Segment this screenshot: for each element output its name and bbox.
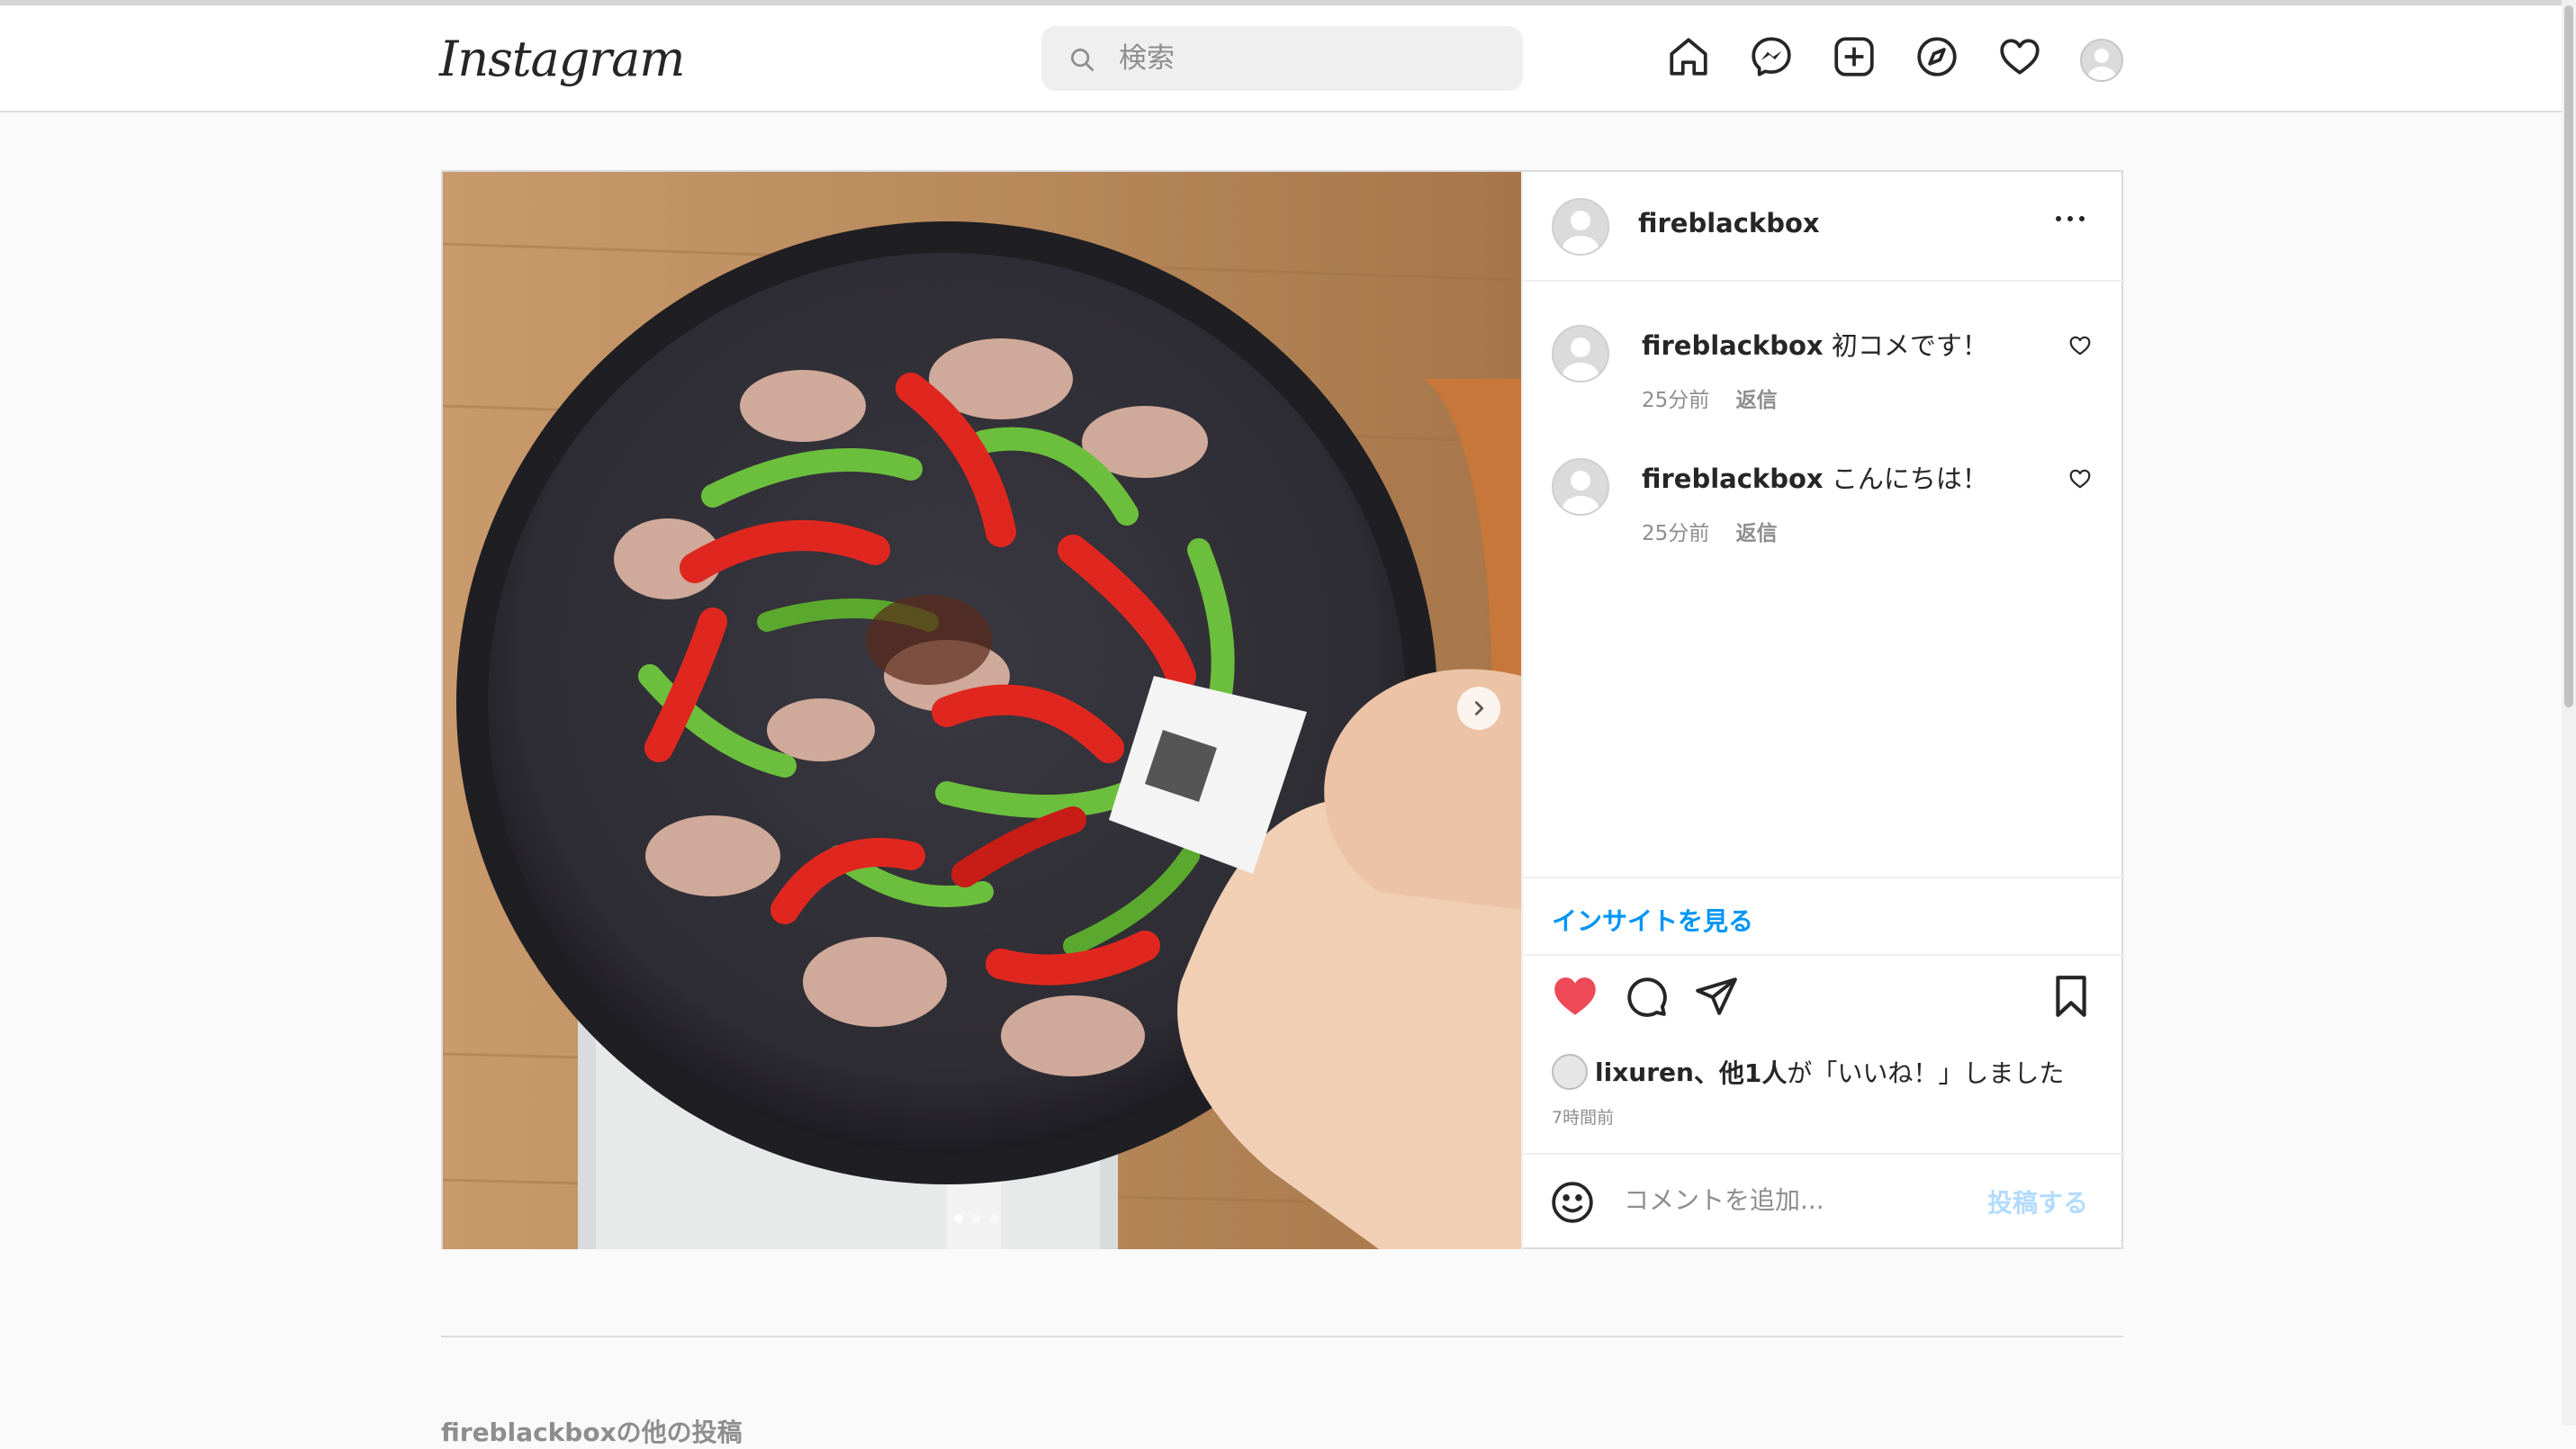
instagram-logo[interactable]: Instagram xyxy=(439,31,685,87)
bookmark-icon[interactable] xyxy=(2050,974,2092,1019)
post-actions xyxy=(1523,956,2125,1019)
messenger-icon[interactable] xyxy=(1749,34,1794,79)
home-icon[interactable] xyxy=(1666,34,1711,79)
reply-button[interactable]: 返信 xyxy=(1736,522,1778,545)
more-options-button[interactable] xyxy=(2056,208,2095,230)
more-dot xyxy=(2056,216,2061,221)
comment-input[interactable] xyxy=(1624,1176,1984,1223)
top-navbar: Instagram xyxy=(0,5,2576,112)
default-avatar-icon xyxy=(1563,338,1599,381)
chevron-right-icon xyxy=(1474,701,1484,716)
more-dot xyxy=(2067,216,2073,221)
post-timestamp[interactable]: 7時間前 xyxy=(1552,1104,1614,1129)
post-card: fireblackbox fireblackbox 初コメです！ 25分前 返信 xyxy=(441,170,2125,1249)
insights-bar: インサイトを見る xyxy=(1523,877,2125,956)
more-dot xyxy=(2079,216,2085,221)
post-image[interactable] xyxy=(443,172,1521,1249)
comment-icon[interactable] xyxy=(1624,974,1669,1019)
new-post-icon[interactable] xyxy=(1832,34,1877,79)
comment-body: こんにちは！ xyxy=(1831,464,1988,494)
post-author-username[interactable]: fireblackbox xyxy=(1638,208,1820,238)
liker-avatar[interactable] xyxy=(1552,1054,1588,1090)
carousel-next-button[interactable] xyxy=(1457,687,1500,730)
likes-others-link[interactable]: 、他1人 xyxy=(1694,1054,1787,1090)
more-posts-heading: fireblackboxの他の投稿 xyxy=(441,1418,743,1447)
section-divider xyxy=(441,1336,2123,1337)
carousel-dot-3 xyxy=(990,1214,999,1223)
view-insights-link[interactable]: インサイトを見る xyxy=(1552,902,1753,938)
comment-item: fireblackbox 初コメです！ 25分前 返信 xyxy=(1523,325,2125,451)
emoji-icon[interactable] xyxy=(1550,1180,1595,1225)
share-send-icon[interactable] xyxy=(1694,974,1739,1019)
comment-meta: 25分前 返信 xyxy=(1642,516,1778,546)
comment-username[interactable]: fireblackbox xyxy=(1642,330,1824,361)
post-sidebar: fireblackbox fireblackbox 初コメです！ 25分前 返信 xyxy=(1521,172,2125,1249)
comment-body: 初コメです！ xyxy=(1831,330,1988,361)
comment-text: fireblackbox 初コメです！ xyxy=(1642,325,1988,363)
post-comment-button[interactable]: 投稿する xyxy=(1987,1184,2088,1220)
activity-heart-icon[interactable] xyxy=(1997,34,2042,79)
like-heart-filled-icon[interactable] xyxy=(1552,974,1599,1017)
comment-time[interactable]: 25分前 xyxy=(1642,389,1709,412)
comment-meta: 25分前 返信 xyxy=(1642,382,1778,413)
add-comment-bar: 投稿する xyxy=(1523,1153,2125,1249)
post-header: fireblackbox xyxy=(1523,172,2125,282)
liker-username[interactable]: lixuren xyxy=(1595,1058,1694,1087)
carousel-dot-2 xyxy=(972,1214,981,1223)
explore-icon[interactable] xyxy=(1914,34,1959,79)
default-avatar-icon xyxy=(1563,471,1599,514)
likes-suffix: が「いいね！」しました xyxy=(1787,1058,2065,1088)
comment-like-heart-icon[interactable] xyxy=(2068,467,2092,490)
search-input[interactable] xyxy=(1119,26,1497,91)
comment-text: fireblackbox こんにちは！ xyxy=(1642,458,1988,496)
reply-button[interactable]: 返信 xyxy=(1736,389,1778,412)
comment-username[interactable]: fireblackbox xyxy=(1642,464,1824,494)
food-photo-stir-fry xyxy=(443,172,1521,1249)
default-avatar-icon xyxy=(1563,211,1599,254)
author-avatar[interactable] xyxy=(1552,198,1609,256)
profile-avatar[interactable] xyxy=(2080,39,2123,82)
comment-like-heart-icon[interactable] xyxy=(2068,334,2092,357)
commenter-avatar[interactable] xyxy=(1552,325,1609,382)
commenter-avatar[interactable] xyxy=(1552,458,1609,516)
default-avatar-icon xyxy=(2088,49,2115,80)
page-scrollbar-thumb[interactable] xyxy=(2564,5,2573,707)
comment-time[interactable]: 25分前 xyxy=(1642,522,1709,545)
carousel-dot-1 xyxy=(954,1214,963,1223)
search-box[interactable] xyxy=(1041,26,1523,91)
search-icon xyxy=(1071,49,1094,72)
comment-item: fireblackbox こんにちは！ 25分前 返信 xyxy=(1523,458,2125,584)
carousel-indicator xyxy=(954,1214,999,1223)
likes-summary: lixuren 、他1人 が「いいね！」しました xyxy=(1552,1054,2064,1090)
